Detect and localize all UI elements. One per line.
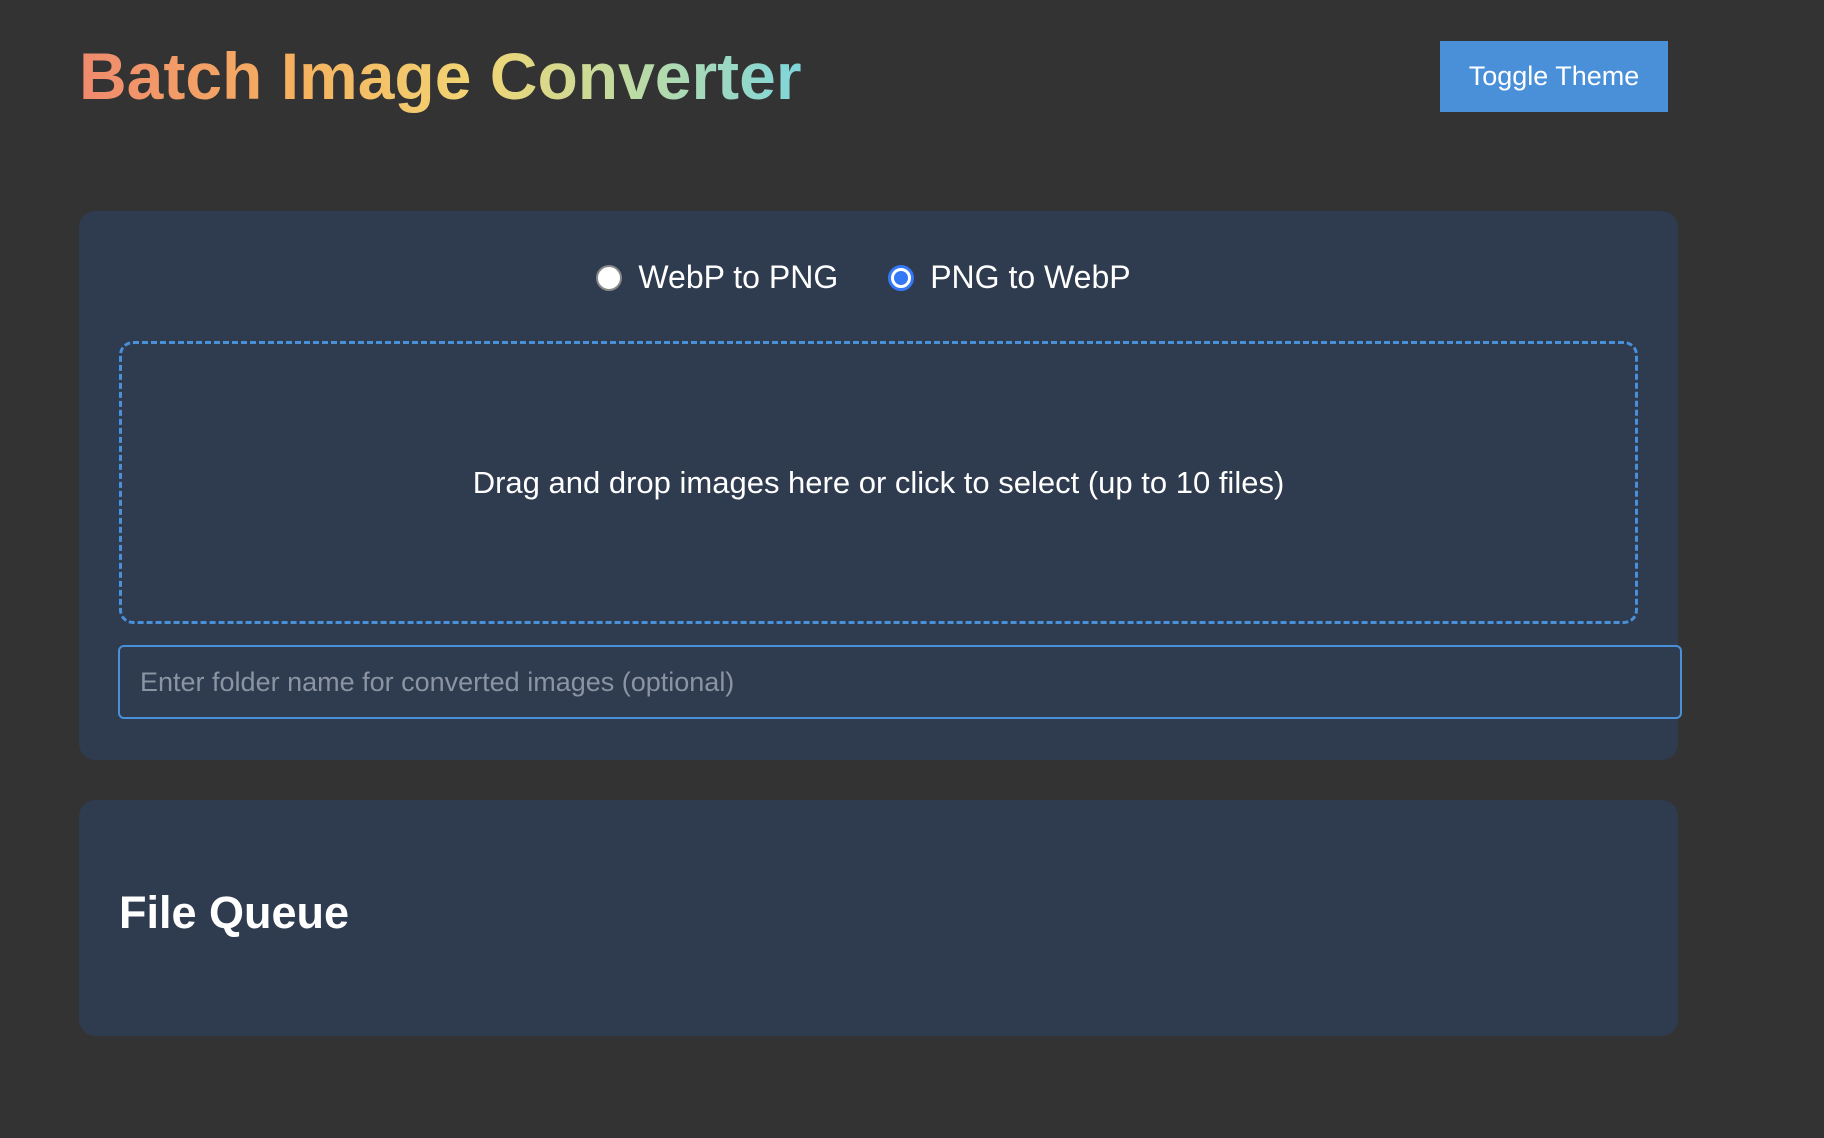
radio-webp-to-png[interactable]: [596, 264, 623, 291]
toggle-theme-button[interactable]: Toggle Theme: [1440, 41, 1668, 112]
app-title: Batch Image Converter: [79, 36, 802, 116]
file-queue-card: File Queue: [79, 800, 1678, 1036]
folder-name-input[interactable]: [118, 645, 1682, 719]
converter-card: WebP to PNG PNG to WebP Drag and drop im…: [79, 211, 1682, 760]
file-queue-title: File Queue: [119, 887, 350, 938]
mode-label-png-to-webp: PNG to WebP: [930, 259, 1131, 295]
mode-option-webp-to-png[interactable]: WebP to PNG: [596, 259, 838, 296]
mode-label-webp-to-png: WebP to PNG: [638, 259, 839, 295]
radio-png-to-webp[interactable]: [888, 264, 915, 291]
conversion-mode-group: WebP to PNG PNG to WebP: [79, 259, 1678, 296]
mode-option-png-to-webp[interactable]: PNG to WebP: [888, 259, 1131, 296]
drop-zone-text: Drag and drop images here or click to se…: [472, 464, 1285, 500]
image-drop-zone[interactable]: Drag and drop images here or click to se…: [119, 341, 1638, 624]
